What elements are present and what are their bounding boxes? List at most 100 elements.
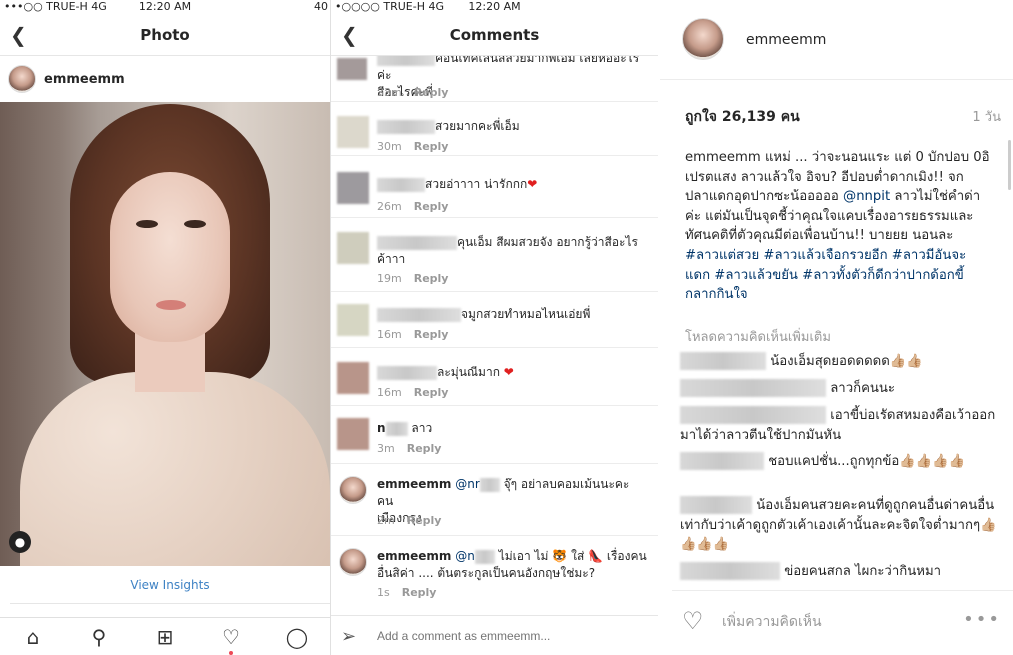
reply-button[interactable]: Reply (414, 328, 449, 341)
comments-panel: •○○○○ TRUE-H 4G 12:20 AM ❮ Comments คอนเ… (330, 0, 658, 655)
comment-item: คอนเทคเลนส์สวยมากพี่เอ็ม เลยหออะไรค่ะ สีอ… (331, 56, 658, 102)
comment-body: น้องเอ็มสุดยอดดดดด👍🏼👍🏼 (770, 354, 923, 369)
hashtag-link[interactable]: #ลาวแต่สวย (685, 248, 759, 263)
comment-username[interactable]: emmeemm (377, 477, 451, 491)
heart-icon[interactable]: ♡ (682, 607, 704, 635)
comment-item: ข่อยคนสกล ไผกะว่ากินหมา (680, 562, 1000, 582)
send-icon[interactable]: ➢ (341, 626, 356, 647)
reply-button[interactable]: Reply (407, 514, 442, 527)
blurred-username[interactable] (680, 496, 752, 514)
profile-icon[interactable]: ◯ (277, 625, 317, 649)
comment-item: สวยมากคะพี่เอ็ม 30m Reply (331, 102, 658, 156)
comment-mention[interactable]: @nr (455, 477, 480, 491)
load-more-comments-link[interactable]: โหลดความคิดเห็นเพิ่มเติม (685, 326, 831, 347)
tagged-user-icon[interactable]: ● (9, 531, 31, 553)
comment-body: คุนเอ็ม สีผมสวยจัง อยากรู้ว่าสีอะไร (457, 235, 638, 249)
status-bar: •○○○○ TRUE-H 4G 12:20 AM (331, 0, 658, 14)
reply-button[interactable]: Reply (414, 86, 449, 99)
comment-body: ละมุ่นณีมาก (437, 365, 500, 379)
comment-username[interactable]: emmeemm (377, 549, 451, 563)
comment-username[interactable]: n (377, 421, 386, 435)
comment-item: สวยอ่าาาา น่ารักกก❤ 26m Reply (331, 156, 658, 218)
photo-lips (156, 300, 186, 310)
avatar[interactable] (337, 58, 367, 80)
comment-item: emmeemm @nr จุ๊ๆ อย่าลบคอมเม้นนะคะ คน เมื… (331, 464, 658, 536)
comment-body: ลาวก็คนนะ (830, 381, 896, 396)
comment-body: สวยมากคะพี่เอ็ม (435, 119, 520, 133)
avatar[interactable] (339, 476, 367, 504)
more-options-icon[interactable]: ••• (963, 609, 1001, 630)
photo-panel: •••○○ TRUE-H 4G 12:20 AM 40 ❮ Photo emme… (0, 0, 330, 655)
comment-body: ข่อยคนสกล ไผกะว่ากินหมา (784, 564, 942, 579)
likes-count[interactable]: ถูกใจ 26,139 คน (685, 106, 800, 128)
home-icon[interactable]: ⌂ (13, 625, 53, 649)
avatar[interactable] (8, 65, 36, 93)
comment-text: สวยอ่าาาา น่ารักกก❤ (377, 176, 648, 193)
heart-emoji-icon: ❤ (503, 365, 514, 379)
comment-item: จมูกสวยทำหมอไหนเอ่ยพี่ 16m Reply (331, 292, 658, 348)
reply-button[interactable]: Reply (414, 140, 449, 153)
avatar[interactable] (682, 18, 724, 60)
post-username[interactable]: emmeemm (44, 72, 125, 87)
reply-button[interactable]: Reply (414, 272, 449, 285)
hashtag-link[interactable]: #ลาวแล้วเจือกรวยอีก (763, 248, 887, 263)
post-photo[interactable]: ● (0, 102, 330, 566)
comment-item: น้องเอ็มคนสวยคะคนที่ดูถูกคนอื่นด่าคนอื่น… (680, 496, 1000, 555)
blurred-username[interactable] (680, 406, 826, 424)
avatar[interactable] (337, 418, 369, 450)
avatar[interactable] (337, 172, 369, 204)
scrollbar[interactable] (1008, 140, 1011, 190)
comment-meta: 19m Reply (377, 272, 448, 285)
avatar[interactable] (337, 304, 369, 336)
avatar[interactable] (339, 548, 367, 576)
reply-button[interactable]: Reply (414, 386, 449, 399)
comment-body: ลาว (411, 421, 433, 435)
comment-list[interactable]: คอนเทคเลนส์สวยมากพี่เอ็ม เลยหออะไรค่ะ สีอ… (331, 56, 658, 615)
post-header: emmeemm (0, 56, 330, 102)
tiger-emoji-icon: 🐯 (552, 549, 568, 563)
comment-meta: 16m Reply (377, 386, 448, 399)
comment-footer: ♡ เพิ่มความคิดเห็น ••• (672, 590, 1013, 650)
comment-time: 3m (377, 442, 395, 455)
tab-bar: ⌂ ⚲ ⊞ ♡ ◯ (0, 617, 330, 655)
comment-item: น้องเอ็มสุดยอดดดดด👍🏼👍🏼 (680, 352, 1000, 372)
page-title: Photo (140, 26, 190, 44)
blurred-username[interactable] (680, 452, 764, 470)
comment-time: 16m (377, 386, 402, 399)
comment-time: 19m (377, 272, 402, 285)
avatar[interactable] (337, 116, 369, 148)
blurred-username[interactable] (680, 352, 766, 370)
hashtag-link[interactable]: #ลาวแล้วขยัน (714, 268, 798, 283)
comment-body: สวยอ่าาาา น่ารักกก (425, 177, 528, 191)
comment-mention[interactable]: @n (455, 549, 475, 563)
add-icon[interactable]: ⊞ (145, 625, 185, 649)
avatar[interactable] (337, 362, 369, 394)
post-detail-panel: emmeemm ถูกใจ 26,139 คน 1 วัน emmeemm แห… (660, 0, 1013, 655)
reply-button[interactable]: Reply (402, 586, 437, 599)
comment-text: emmeemm @n ไม่เอา ไม่ 🐯 ใส่ 👠 เรื่องคน อื… (377, 548, 648, 582)
status-bar: •••○○ TRUE-H 4G 12:20 AM 40 (0, 0, 330, 14)
comment-text: ละมุ่นณีมาก ❤ (377, 364, 648, 381)
comment-item: ชอบแคปชั่น...ถูกทุกข้อ👍🏼👍🏼👍🏼👍🏼 (680, 452, 1000, 472)
reply-button[interactable]: Reply (414, 200, 449, 213)
comment-input[interactable] (377, 626, 647, 646)
avatar[interactable] (337, 232, 369, 264)
blurred-username[interactable] (680, 379, 826, 397)
caption-username[interactable]: emmeemm (685, 150, 761, 165)
add-comment-button[interactable]: เพิ่มความคิดเห็น (722, 611, 822, 633)
heart-icon[interactable]: ♡ (211, 625, 251, 655)
comment-time: 2m (377, 514, 395, 527)
comment-time: 26m (377, 200, 402, 213)
caption-mention[interactable]: @nnpit (843, 189, 890, 204)
search-icon[interactable]: ⚲ (79, 625, 119, 649)
clock: 12:20 AM (468, 0, 521, 13)
status-right: 40 (314, 0, 328, 13)
reply-button[interactable]: Reply (407, 442, 442, 455)
view-insights-link[interactable]: View Insights (10, 566, 330, 604)
heart-emoji-icon: ❤ (527, 177, 538, 191)
comment-item: ลาวก็คนนะ (680, 379, 1000, 399)
comment-body: ใส่ (571, 549, 585, 563)
comment-body: ไม่เอา ไม่ (498, 549, 549, 563)
post-username[interactable]: emmeemm (746, 32, 826, 48)
blurred-username[interactable] (680, 562, 780, 580)
